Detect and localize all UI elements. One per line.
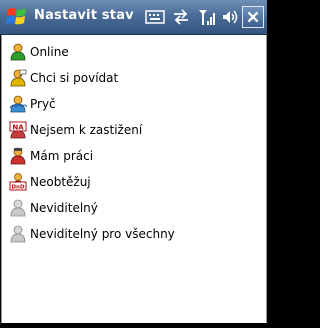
close-icon[interactable] (242, 6, 264, 28)
invisible-icon (10, 199, 26, 217)
windows-start-icon[interactable] (5, 5, 31, 29)
status-item-invisible-all[interactable]: Neviditelný pro všechny (2, 221, 266, 247)
status-list: Online Chci si povídat Pryč NA Nejsem k … (2, 39, 266, 247)
status-item-invisible[interactable]: Neviditelný (2, 195, 266, 221)
volume-icon[interactable] (220, 6, 240, 28)
signal-strength-icon[interactable] (196, 6, 218, 28)
status-label: Pryč (30, 97, 56, 111)
title-bar: Nastavit stav (0, 0, 267, 35)
status-label: Neviditelný (30, 201, 98, 215)
svg-text:DnD: DnD (11, 185, 24, 191)
window-title: Nastavit stav (34, 8, 134, 23)
invisible-all-icon (10, 225, 26, 243)
svg-text:NA: NA (12, 123, 24, 131)
status-item-not-available[interactable]: NA Nejsem k zastižení (2, 117, 266, 143)
status-label: Mám práci (30, 149, 94, 163)
connectivity-icon[interactable] (170, 6, 192, 28)
dnd-icon: DnD (9, 173, 27, 191)
status-item-busy[interactable]: Mám práci (2, 143, 266, 169)
status-label: Online (30, 45, 69, 59)
status-item-online[interactable]: Online (2, 39, 266, 65)
status-label: Neviditelný pro všechny (30, 227, 175, 241)
status-label: Chci si povídat (30, 71, 119, 85)
device-screen: Nastavit stav Online Chci si povídat Pry… (0, 0, 267, 328)
online-icon (10, 43, 26, 61)
chat-icon (10, 69, 27, 87)
busy-icon (10, 147, 26, 165)
status-item-dnd[interactable]: DnD Neobtěžuj (2, 169, 266, 195)
away-icon (9, 95, 27, 113)
status-item-chat[interactable]: Chci si povídat (2, 65, 266, 91)
status-label: Neobtěžuj (30, 175, 91, 189)
status-list-panel: Online Chci si povídat Pryč NA Nejsem k … (1, 35, 267, 323)
bottom-border (0, 323, 267, 328)
na-icon: NA (9, 121, 27, 139)
keyboard-icon[interactable] (144, 6, 166, 28)
status-label: Nejsem k zastižení (30, 123, 143, 137)
status-item-away[interactable]: Pryč (2, 91, 266, 117)
